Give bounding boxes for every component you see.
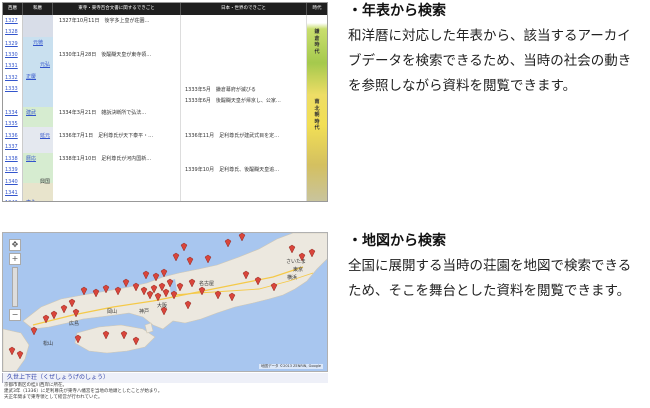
world-event: 1333年5月 鎌倉幕府が滅びる [185,87,256,93]
zoom-in-button[interactable]: + [9,253,21,265]
timeline-panel: 西暦 和暦 東寺・東寺百合文書に関するできごと 日本・世界のできごと 時代 13… [2,2,328,202]
map-label-nagoya: 名古屋 [199,280,214,287]
era-column: 元徳 元弘 正慶 建武 延元 暦応 興国 康永 [23,15,53,201]
header-japanese-era: 和暦 [23,3,53,15]
map-search-section: ・地図から検索 全国に展開する当時の荘園を地図で検索できるため、そこを舞台とした… [348,232,644,304]
world-event: 1336年11月 足利尊氏が建武式目を定… [185,133,280,139]
map-credit: 地図データ ©2013 ZENRIN, Google [258,364,323,369]
map-label-hiroshima: 広島 [69,320,79,327]
year-link[interactable]: 1328 [5,29,18,36]
map-canvas: さいたま 東京 横浜 大阪 神戸 名古屋 岡山 広島 松山 [3,233,327,371]
pan-control-icon[interactable]: ✥ [9,239,21,251]
year-link[interactable]: 1335 [5,121,18,128]
year-link[interactable]: 1332 [5,75,18,82]
timeline-search-section: ・年表から検索 和洋暦に対応した年表から、該当するアーカイブデータを検索できるた… [348,2,644,99]
header-western-year: 西暦 [3,3,23,15]
map-panel[interactable]: さいたま 東京 横浜 大阪 神戸 名古屋 岡山 広島 松山 ✥ + − 地図デー… [2,232,328,372]
year-link[interactable]: 1336 [5,133,18,140]
era-link[interactable]: 元徳 [33,40,43,47]
era-link[interactable]: 康永 [26,200,36,201]
map-label-saitama: さいたま [286,258,306,265]
toji-event[interactable]: 1330年1月28日 後醍醐天皇が東寺領… [59,52,151,59]
map-label-matsuyama: 松山 [43,340,53,347]
world-events-column: 1333年5月 鎌倉幕府が滅びる 1333年6月 後醍醐天皇が帰京し、公家… 1… [181,15,307,201]
era-link[interactable]: 建武 [26,110,36,117]
toji-event[interactable]: 1327年10月11日 後宇多上皇が荘園… [59,18,149,25]
world-event: 1339年10月 足利尊氏、後醍醐天皇追… [185,167,280,173]
caption-line: 天正年間まで東寺領として経営が行われていた。 [4,395,103,400]
toji-event[interactable]: 1338年1月10日 足利尊氏が河内国新… [59,156,151,163]
period-label-nanbokucho: 南北朝時代 [314,99,320,131]
year-link[interactable]: 1334 [5,110,18,117]
world-event: 1333年6月 後醍醐天皇が帰京し、公家… [185,98,281,104]
year-column: 1327 1328 1329 1330 1331 1332 1333 1334 … [3,15,23,201]
zoom-slider[interactable] [12,267,18,307]
year-link[interactable]: 1329 [5,41,18,48]
year-link[interactable]: 1338 [5,156,18,163]
year-link[interactable]: 1341 [5,190,18,197]
year-link[interactable]: 1339 [5,167,18,174]
zoom-out-button[interactable]: − [9,309,21,321]
section-title: ・年表から検索 [348,3,446,19]
map-caption-text: 京都市南区の桂川西岸に所在。 建武3年（1336）に足利尊氏が東寺八幡宮を当地の… [4,383,328,401]
year-link[interactable]: 1327 [5,18,18,25]
era-label: 興国 [40,179,51,185]
year-link[interactable]: 1330 [5,52,18,59]
section-title: ・地図から検索 [348,233,446,249]
toji-events-column: 1327年10月11日 後宇多上皇が荘園… 1330年1月28日 後醍醐天皇が東… [53,15,181,201]
section-body: 全国に展開する当時の荘園を地図で検索できるため、そこを舞台とした資料を閲覧できま… [348,258,632,299]
year-link[interactable]: 1342 [5,200,18,201]
timeline-header: 西暦 和暦 東寺・東寺百合文書に関するできごと 日本・世界のできごと 時代 [3,3,327,15]
section-body: 和洋暦に対応した年表から、該当するアーカイブデータを検索できるため、当時の社会の… [348,28,632,94]
header-period: 時代 [312,6,322,11]
era-link[interactable]: 延元 [40,133,50,140]
period-label-kamakura: 鎌倉時代 [314,29,320,55]
map-controls: ✥ + − [9,239,23,323]
map-label-tokyo: 東京 [293,266,303,273]
year-link[interactable]: 1331 [5,63,18,70]
header-toji-events: 東寺・東寺百合文書に関するできごと [53,3,181,15]
header-world-events: 日本・世界のできごと [181,3,307,15]
map-caption: 久世上下荘（くぜしょうげのしょう） [2,373,328,383]
era-link[interactable]: 元弘 [40,62,50,69]
year-link[interactable]: 1333 [5,86,18,93]
era-link[interactable]: 暦応 [26,156,36,163]
map-label-osaka: 大阪 [157,302,167,309]
map-label-kobe: 神戸 [139,308,149,315]
toji-event[interactable]: 1334年3月21日 雑訴決断所で弘法… [59,110,146,117]
era-link[interactable]: 正慶 [26,74,36,81]
year-link[interactable]: 1340 [5,179,18,186]
toji-event[interactable]: 1336年7月1日 足利尊氏が天下泰平・… [59,133,153,140]
year-link[interactable]: 1337 [5,144,18,151]
map-label-okayama: 岡山 [107,308,117,315]
shoen-title-link[interactable]: 久世上下荘（くぜしょうげのしょう） [3,373,328,383]
period-column: 鎌倉時代 南北朝時代 [307,15,327,201]
map-label-yokohama: 横浜 [287,274,297,281]
